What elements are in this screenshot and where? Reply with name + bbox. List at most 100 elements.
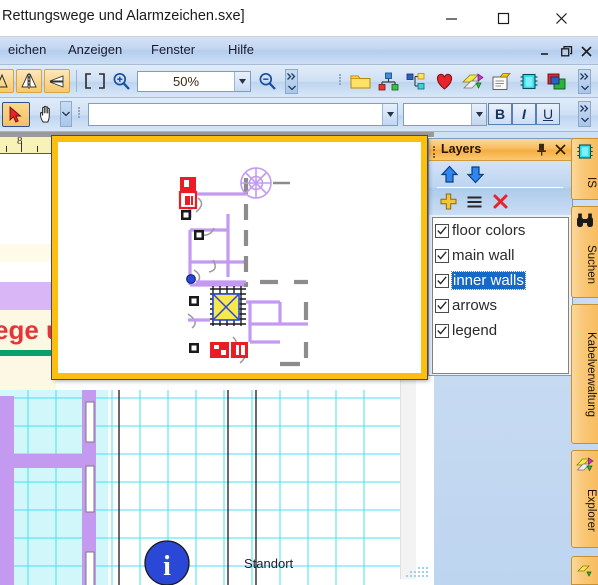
zoom-in-icon [113,72,130,90]
toolbar-button-report[interactable] [488,70,513,93]
panel-gripper[interactable] [433,144,436,160]
document-export-icon [492,73,511,90]
window-close-button[interactable] [538,0,584,36]
toolbar-button-favorites[interactable] [432,70,457,93]
format-toolbar-overflow-button[interactable] [578,101,591,127]
layer-list-item[interactable]: arrows [433,293,568,318]
mdi-close-button[interactable] [578,43,595,60]
layer-move-down-button[interactable] [463,163,487,185]
toolbar-gripper[interactable] [78,106,82,119]
layer-name: arrows [452,297,498,314]
restore-icon [560,45,572,56]
menu-item-hilfe[interactable]: Hilfe [222,41,260,61]
layer-visibility-checkbox[interactable] [435,248,449,263]
maximize-icon [497,12,509,24]
side-tab-label: IS [585,176,597,188]
menu-item-zeichen[interactable]: eichen [2,41,52,61]
menu-item-anzeigen[interactable]: Anzeigen [62,41,128,61]
layers-panel-titlebar[interactable]: Layers [429,139,572,161]
shapes-layers-icon [461,73,484,89]
resize-grip[interactable] [404,565,430,581]
window-maximize-button[interactable] [480,0,526,36]
tree-list-icon [406,73,425,90]
toolbar-button-structure[interactable] [376,70,401,93]
bold-button[interactable]: B [488,103,512,125]
chevron-down-icon [62,111,70,117]
layer-visibility-checkbox[interactable] [435,298,449,313]
folder-icon [350,75,371,89]
layer-list-item-selected[interactable]: inner walls [433,268,568,293]
toolbar-separator [76,70,77,92]
chevron-double-right-icon [580,104,589,112]
rotate-icon [0,73,8,88]
toolbar-divider [437,187,563,188]
format-toolbar-overflow-button-left[interactable] [60,101,72,127]
layer-add-button[interactable] [437,191,459,212]
zoom-dropdown-arrow[interactable] [234,72,250,91]
modules-toolbar-overflow-button[interactable] [578,69,591,94]
zoom-level-combo[interactable]: 50% [137,71,251,92]
layer-name: main wall [452,247,515,264]
side-tab-is[interactable]: IS [571,138,598,200]
toolbar-button-folder[interactable] [348,70,373,93]
fit-selection-button[interactable] [82,70,108,92]
font-name-dropdown-arrow[interactable] [382,104,397,125]
layers-panel-close-button[interactable] [553,142,567,157]
toolbar-button-tree[interactable] [404,70,429,93]
toolbar-gripper[interactable] [339,73,343,86]
window-title: Rettungswege und Alarmzeichen.sxe] [2,8,245,24]
mdi-restore-button[interactable] [558,43,575,60]
svg-text:Standort: Standort [244,556,294,571]
side-tab-partial[interactable] [571,556,598,585]
side-tab-kabelverwaltung[interactable]: Kabelverwaltung [571,304,598,444]
font-name-combo[interactable] [88,103,398,126]
layer-visibility-checkbox[interactable] [435,223,449,238]
side-tab-label: Suchen [585,245,597,285]
layer-list-item[interactable]: floor colors [433,218,568,243]
layers-panel-pin-button[interactable] [534,142,548,157]
chevron-double-right-icon [580,72,589,80]
layers-panel-title: Layers [441,142,482,156]
floating-preview-window[interactable] [51,135,428,380]
chevron-down-icon [475,112,483,117]
pan-tool-button[interactable] [33,102,61,127]
side-tab-suchen[interactable]: Suchen [571,206,598,298]
layer-visibility-checkbox[interactable] [435,323,449,338]
layer-properties-button[interactable] [463,191,485,212]
chevron-double-right-icon [287,72,296,80]
toolbar-button-shapes[interactable] [460,70,485,93]
layer-move-up-button[interactable] [437,163,461,185]
toolbar-button-layers[interactable] [544,70,569,93]
italic-button[interactable]: I [512,103,536,125]
layer-list-item[interactable]: legend [433,318,568,343]
font-size-combo[interactable] [403,103,487,126]
checkmark-icon [437,301,447,310]
mirror-horizontal-button[interactable] [44,69,70,93]
side-tab-explorer[interactable]: Explorer [571,450,598,548]
chevron-down-icon [580,85,589,90]
layer-delete-button[interactable] [489,191,511,212]
preview-canvas[interactable] [58,142,421,373]
menu-item-fenster[interactable]: Fenster [145,41,201,61]
zoom-in-button[interactable] [110,70,132,92]
ruler-tick [37,146,38,152]
window-minimize-button[interactable] [428,0,474,36]
rotate-tool-button[interactable] [0,69,14,93]
layers-list[interactable]: floor colors main wall inner walls arrow… [432,217,569,374]
view-toolbar-overflow-button[interactable] [285,69,298,94]
zoom-out-button[interactable] [256,70,278,92]
close-icon [555,12,567,24]
zoom-level-value[interactable]: 50% [138,74,234,89]
color-layers-icon [547,73,566,90]
font-size-dropdown-arrow[interactable] [471,104,486,125]
select-tool-button[interactable] [2,102,30,127]
title-bar: Rettungswege und Alarmzeichen.sxe] [0,0,598,37]
menu-bar: eichen Anzeigen Fenster Hilfe [0,37,598,65]
layer-list-item[interactable]: main wall [433,243,568,268]
mirror-vertical-button[interactable] [16,69,42,93]
toolbar-button-is[interactable] [516,70,541,93]
layer-visibility-checkbox[interactable] [435,273,449,288]
underline-button[interactable]: U [536,103,560,125]
mdi-minimize-button[interactable] [537,43,554,60]
layer-properties-icon [467,196,481,207]
